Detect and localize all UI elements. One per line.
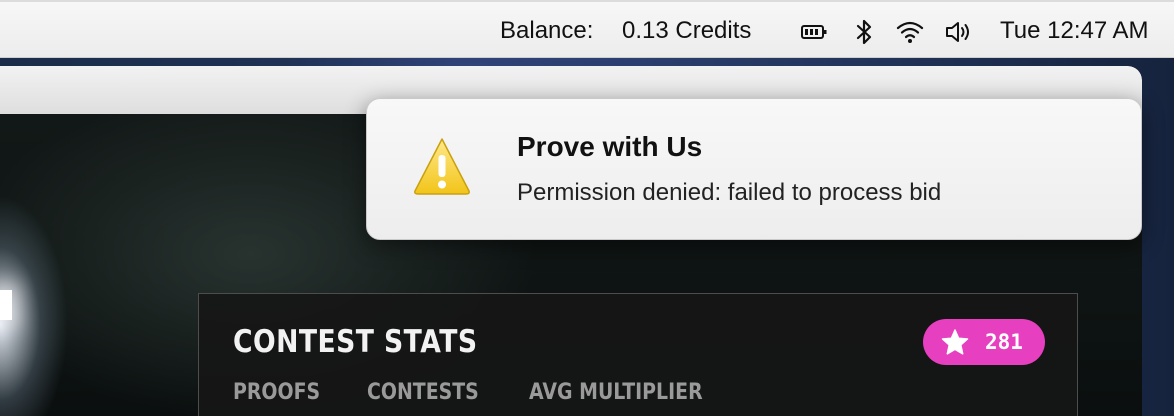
tab-avg-multiplier[interactable]: AVG MULTIPLIER	[529, 380, 703, 405]
score-badge[interactable]: 281	[923, 319, 1045, 365]
desktop: Balance: 0.13 Credits Tue 12:47 AM CONTE…	[0, 0, 1174, 416]
notification-message: Permission denied: failed to process bid	[517, 179, 942, 206]
tab-proofs[interactable]: PROOFS	[233, 380, 320, 405]
wifi-icon[interactable]	[896, 18, 924, 46]
background-light	[0, 290, 12, 320]
tab-contests[interactable]: CONTESTS	[367, 380, 479, 405]
balance-label: Balance:	[500, 17, 594, 44]
warning-icon	[414, 138, 470, 195]
notification-title: Prove with Us	[517, 131, 703, 162]
volume-icon[interactable]	[944, 18, 972, 46]
notification-banner[interactable]: Prove with Us Permission denied: failed …	[366, 98, 1142, 240]
balance-value[interactable]: 0.13 Credits	[622, 2, 751, 60]
contest-stats-card: CONTEST STATS 281 PROOFS CONTESTS AVG MU…	[198, 293, 1078, 416]
menu-bar: Balance: 0.13 Credits Tue 12:47 AM	[0, 0, 1174, 58]
star-icon	[941, 329, 969, 355]
bluetooth-icon[interactable]	[850, 18, 878, 46]
contest-stats-title: CONTEST STATS	[233, 324, 478, 360]
clock[interactable]: Tue 12:47 AM	[1000, 2, 1149, 60]
score-value: 281	[985, 330, 1023, 354]
battery-icon[interactable]	[800, 18, 828, 46]
